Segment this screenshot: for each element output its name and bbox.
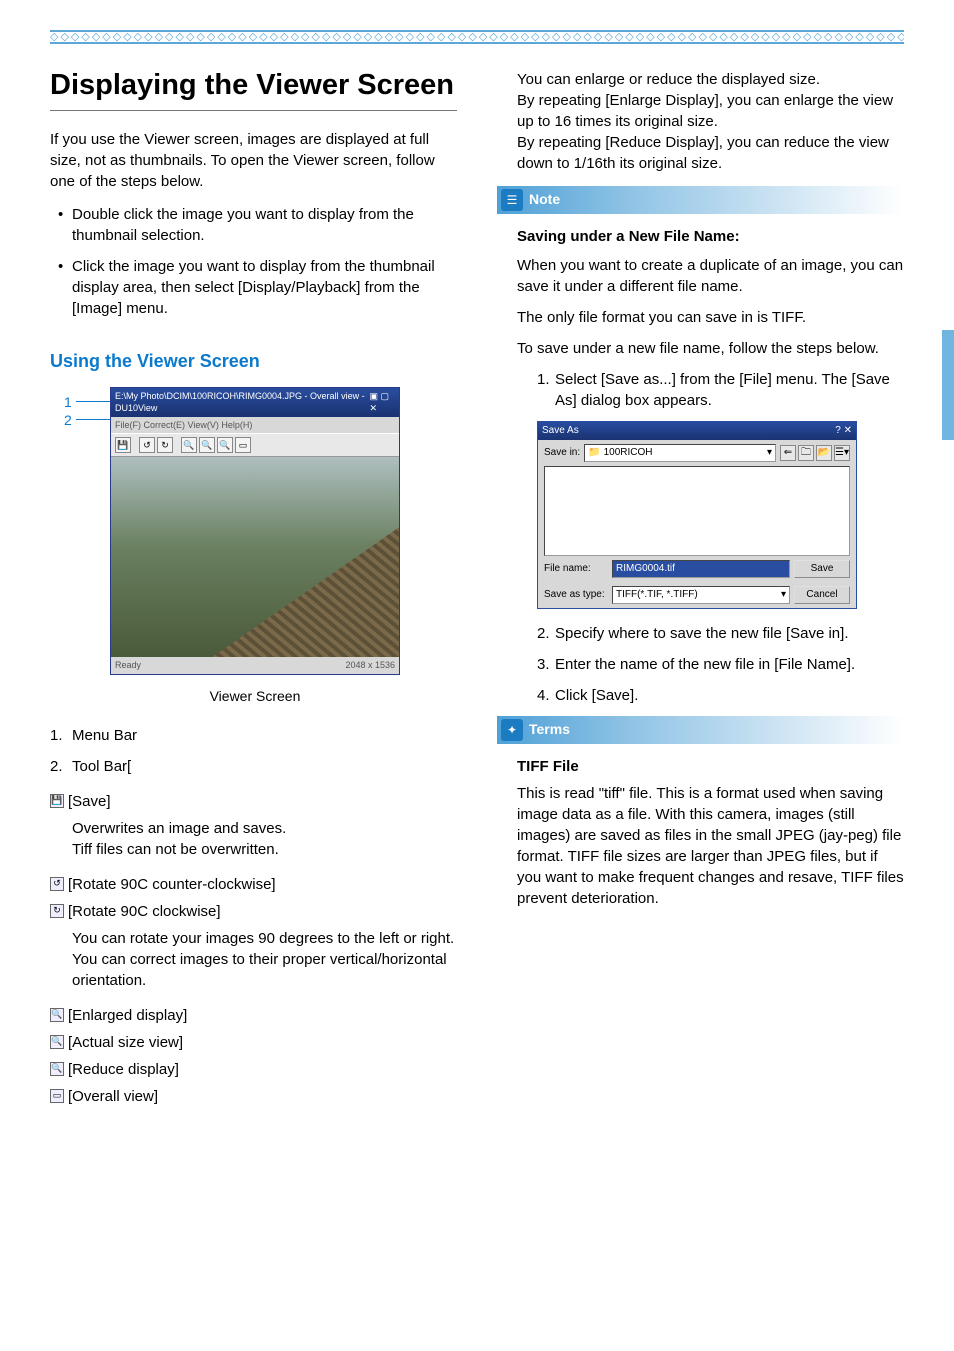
step-item: 1.Select [Save as...] from the [File] me…	[537, 369, 904, 411]
tool-label: [Actual size view]	[68, 1032, 183, 1053]
step-number: 1.	[537, 369, 550, 390]
status-ready: Ready	[115, 659, 141, 672]
side-tab	[942, 330, 954, 440]
tool-label: [Save]	[68, 791, 111, 812]
terms-banner: ✦ Terms	[497, 716, 904, 744]
back-icon[interactable]: ⇐	[780, 445, 796, 461]
status-dimensions: 2048 x 1536	[345, 659, 395, 672]
tool-label: [Rotate 90C clockwise]	[68, 901, 221, 922]
filename-label: File name:	[544, 562, 608, 576]
callout-1: 1	[64, 393, 72, 413]
note-icon: ☰	[501, 189, 523, 211]
page-title: Displaying the Viewer Screen	[50, 69, 457, 102]
chevron-down-icon: ▾	[767, 446, 772, 460]
window-title: E:\My Photo\DCIM\100RICOH\RIMG0004.JPG -…	[115, 390, 369, 415]
figure-caption: Viewer Screen	[110, 687, 400, 707]
tool-label: [Overall view]	[68, 1086, 158, 1107]
folder-icon: 📁	[588, 446, 600, 460]
save-button[interactable]: Save	[794, 560, 850, 578]
tool-description: You can rotate your images 90 degrees to…	[50, 928, 457, 991]
rotate-cw-icon: ↻	[157, 437, 173, 453]
up-folder-icon[interactable]: 🗀	[798, 445, 814, 461]
save-as-dialog-mock: Save As ? ✕ Save in: 📁 100RICOH ▾ ⇐ 🗀 📂 ☰▾…	[537, 421, 857, 609]
tool-description: Overwrites an image and saves. Tiff file…	[50, 818, 457, 860]
save-icon: 💾	[115, 437, 131, 453]
list-text: Menu Bar	[72, 727, 137, 744]
zoom-in-icon: 🔍	[50, 1008, 64, 1022]
terms-label: Terms	[529, 720, 570, 740]
rotate-ccw-icon: ↺	[139, 437, 155, 453]
zoom-description: You can enlarge or reduce the displayed …	[497, 69, 904, 174]
note-banner: ☰ Note	[497, 186, 904, 214]
terms-icon: ✦	[501, 719, 523, 741]
list-item: 1. Menu Bar	[50, 725, 457, 746]
menu-bar: File(F) Correct(E) View(V) Help(H)	[111, 417, 399, 434]
callout-line	[76, 419, 110, 420]
title-underline	[50, 110, 457, 111]
filetype-value: TIFF(*.TIF, *.TIFF)	[616, 589, 698, 600]
savein-value: 100RICOH	[604, 446, 653, 460]
savein-label: Save in:	[544, 446, 580, 460]
zoom-fit-icon: ▭	[50, 1089, 64, 1103]
cancel-button[interactable]: Cancel	[794, 586, 850, 604]
callout-2: 2	[64, 411, 72, 431]
savein-dropdown[interactable]: 📁 100RICOH ▾	[584, 444, 776, 462]
step-number: 4.	[537, 685, 550, 706]
step-text: Enter the name of the new file in [File …	[555, 656, 855, 673]
zoom-actual-icon: 🔍	[199, 437, 215, 453]
tool-bar: 💾 ↺ ↻ 🔍 🔍 🔍 ▭	[111, 433, 399, 457]
filetype-dropdown[interactable]: TIFF(*.TIF, *.TIFF) ▾	[612, 586, 790, 604]
intro-paragraph: If you use the Viewer screen, images are…	[50, 129, 457, 192]
list-number: 1.	[50, 725, 63, 746]
list-number: 2.	[50, 756, 63, 777]
file-list-area[interactable]	[544, 466, 850, 556]
note-label: Note	[529, 190, 560, 210]
zoom-out-icon: 🔍	[217, 437, 233, 453]
window-controls: ▣ ▢ ✕	[369, 390, 395, 415]
note-paragraph: To save under a new file name, follow th…	[517, 338, 904, 359]
image-area	[111, 457, 399, 657]
dialog-controls: ? ✕	[835, 424, 852, 438]
step-text: Click [Save].	[555, 687, 638, 704]
callout-line	[76, 401, 110, 402]
step-number: 2.	[537, 623, 550, 644]
zoom-fit-icon: ▭	[235, 437, 251, 453]
new-folder-icon[interactable]: 📂	[816, 445, 832, 461]
list-item: 2. Tool Bar[	[50, 756, 457, 777]
note-title: Saving under a New File Name:	[497, 226, 904, 247]
section-heading: Using the Viewer Screen	[50, 349, 457, 374]
zoom-out-icon: 🔍	[50, 1062, 64, 1076]
decorative-border: ◇◇◇◇◇◇◇◇◇◇◇◇◇◇◇◇◇◇◇◇◇◇◇◇◇◇◇◇◇◇◇◇◇◇◇◇◇◇◇◇…	[50, 30, 904, 44]
list-text: Tool Bar[	[72, 758, 131, 775]
save-icon: 💾	[50, 794, 64, 808]
step-item: 4. Click [Save].	[537, 685, 904, 706]
step-text: Specify where to save the new file [Save…	[555, 625, 849, 642]
rotate-ccw-icon: ↺	[50, 877, 64, 891]
terms-title: TIFF File	[497, 756, 904, 777]
dialog-title: Save As	[542, 424, 579, 438]
step-text: Select [Save as...] from the [File] menu…	[555, 371, 890, 409]
filetype-label: Save as type:	[544, 588, 608, 602]
rotate-cw-icon: ↻	[50, 904, 64, 918]
step-item: 3. Enter the name of the new file in [Fil…	[537, 654, 904, 675]
bullet-item: Double click the image you want to displ…	[58, 204, 457, 246]
tool-label: [Reduce display]	[68, 1059, 179, 1080]
zoom-in-icon: 🔍	[181, 437, 197, 453]
zoom-actual-icon: 🔍	[50, 1035, 64, 1049]
viewer-window-mock: E:\My Photo\DCIM\100RICOH\RIMG0004.JPG -…	[110, 387, 400, 675]
tool-label: [Enlarged display]	[68, 1005, 187, 1026]
tool-label: [Rotate 90C counter-clockwise]	[68, 874, 276, 895]
note-paragraph: The only file format you can save in is …	[517, 307, 904, 328]
chevron-down-icon: ▾	[781, 588, 786, 602]
step-item: 2. Specify where to save the new file [Sa…	[537, 623, 904, 644]
filename-input[interactable]: RIMG0004.tif	[612, 560, 790, 578]
terms-paragraph: This is read "tiff" file. This is a form…	[517, 783, 904, 909]
step-number: 3.	[537, 654, 550, 675]
bullet-item: Click the image you want to display from…	[58, 256, 457, 319]
note-paragraph: When you want to create a duplicate of a…	[517, 255, 904, 297]
view-menu-icon[interactable]: ☰▾	[834, 445, 850, 461]
